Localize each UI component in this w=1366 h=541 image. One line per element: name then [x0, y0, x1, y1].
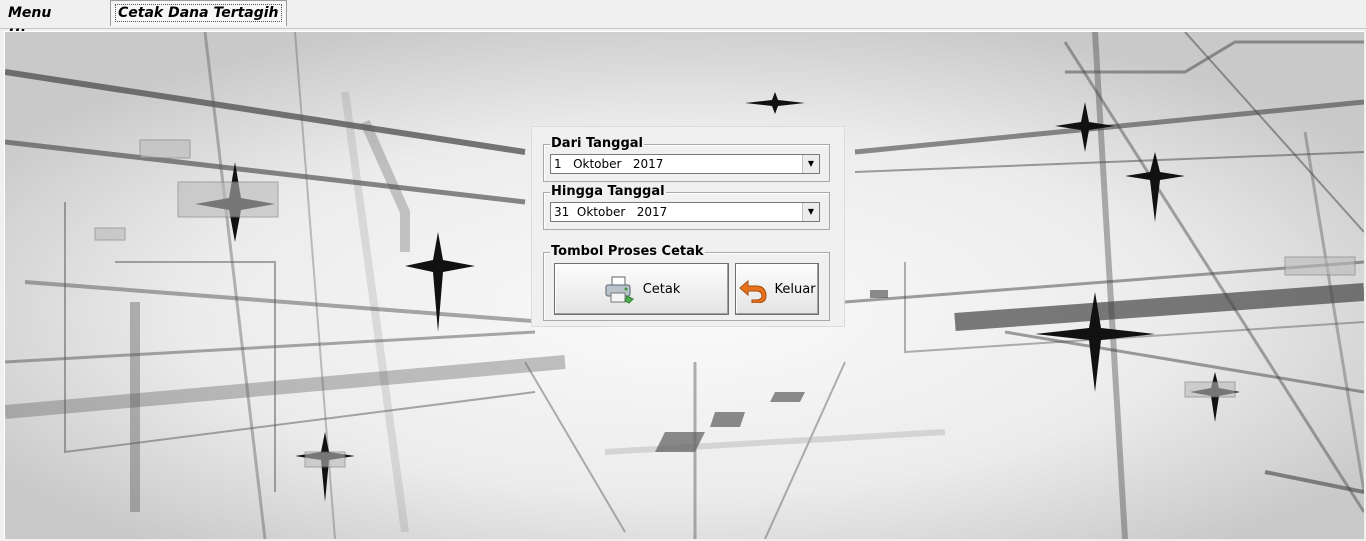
- tab-label: Cetak Dana Tertagih: [115, 4, 282, 22]
- tab-menu-utama[interactable]: Menu Utama: [4, 2, 108, 43]
- print-form-panel: Dari Tanggal 1 Oktober 2017 ▼ Hingga Tan…: [531, 126, 845, 327]
- hingga-tanggal-value: 31 Oktober 2017: [554, 205, 668, 219]
- chevron-down-icon[interactable]: ▼: [802, 203, 819, 221]
- chevron-down-icon[interactable]: ▼: [802, 155, 819, 173]
- dari-tanggal-picker[interactable]: 1 Oktober 2017 ▼: [550, 154, 820, 174]
- cetak-label: Cetak: [642, 282, 681, 297]
- hingga-tanggal-group: Hingga Tanggal 31 Oktober 2017 ▼: [543, 184, 830, 230]
- back-arrow-icon: [739, 279, 767, 304]
- printer-icon: [605, 276, 634, 304]
- tab-strip: Menu Utama Cetak Dana Tertagih: [0, 0, 1366, 43]
- dari-tanggal-value: 1 Oktober 2017: [554, 157, 664, 171]
- tombol-proses-cetak-group: Tombol Proses Cetak Cetak Keluar: [543, 244, 830, 321]
- keluar-button[interactable]: Keluar: [735, 263, 819, 315]
- hingga-tanggal-picker[interactable]: 31 Oktober 2017 ▼: [550, 202, 820, 222]
- keluar-label: Keluar: [774, 282, 816, 297]
- dari-tanggal-legend: Dari Tanggal: [550, 136, 645, 152]
- tombol-proses-cetak-legend: Tombol Proses Cetak: [550, 244, 705, 260]
- hingga-tanggal-legend: Hingga Tanggal: [550, 184, 666, 200]
- cetak-button[interactable]: Cetak: [554, 263, 729, 315]
- dari-tanggal-group: Dari Tanggal 1 Oktober 2017 ▼: [543, 136, 830, 182]
- tab-cetak-dana-tertagih[interactable]: Cetak Dana Tertagih: [110, 0, 287, 26]
